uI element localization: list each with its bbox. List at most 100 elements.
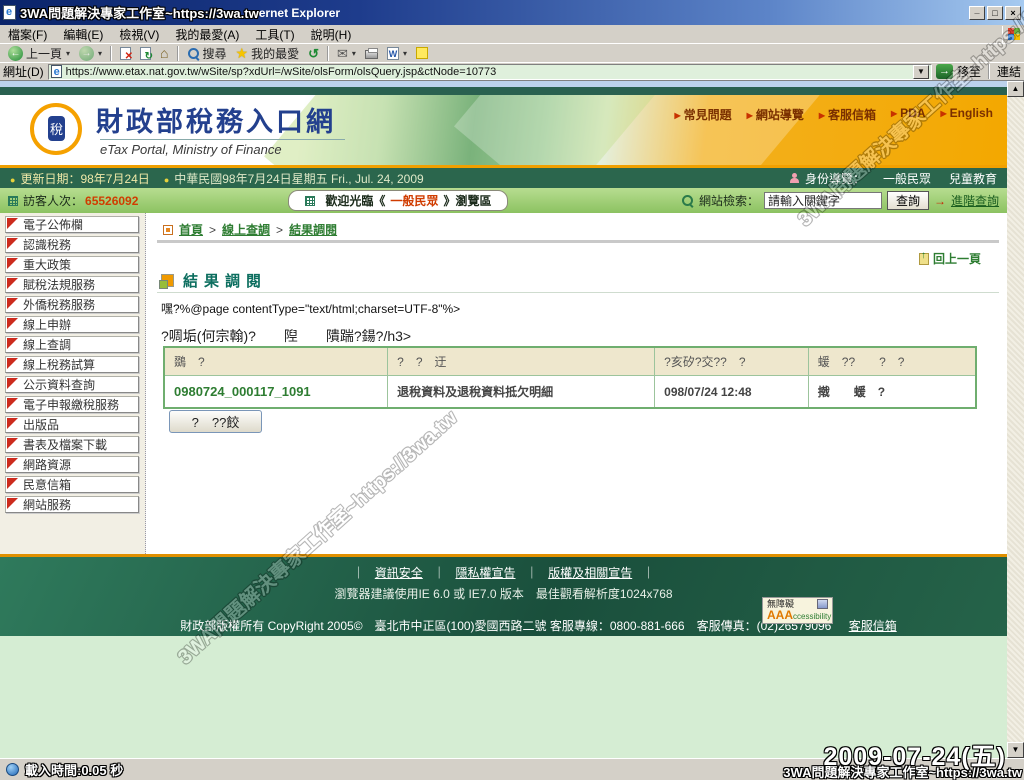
browser-toolbar: ← 上一頁 → ✕ ↻ ⌂ 搜尋 ★ 我的最愛 ↺ ✉ <box>0 43 1024 62</box>
ie-globe-icon <box>6 763 19 776</box>
page-top-teal-band <box>0 87 1007 95</box>
print-button[interactable] <box>361 44 382 62</box>
url-page-icon <box>51 65 62 78</box>
garbled-heading: ?啁垢(何宗翰)? 隉 隤踹?鍚?/h3> <box>161 326 411 346</box>
col-header-description: ? ? 迂 <box>388 347 655 376</box>
search-icon <box>187 47 200 60</box>
menu-help[interactable]: 說明(H) <box>303 25 360 44</box>
minimize-button[interactable] <box>969 6 985 20</box>
site-search-input[interactable] <box>764 192 882 209</box>
sidebar-item-know-tax[interactable]: 認識稅務 <box>5 236 139 253</box>
history-button[interactable]: ↺ <box>304 44 323 62</box>
stop-button[interactable]: ✕ <box>116 44 135 62</box>
forward-button[interactable]: → <box>75 44 106 62</box>
identity-link-children[interactable]: 兒童教育 <box>949 170 997 187</box>
back-button[interactable]: ← 上一頁 <box>4 44 74 62</box>
scroll-down-button[interactable]: ▼ <box>1007 742 1024 758</box>
window-titlebar: 3WA問題解決專家工作室~https://3wa.tw ernet Explor… <box>0 0 1024 25</box>
sidebar-item-forms-download[interactable]: 書表及檔案下載 <box>5 436 139 453</box>
visitor-label: 訪客人次： <box>23 192 83 209</box>
favorites-star-icon: ★ <box>236 46 249 60</box>
etax-logo-character: 稅 <box>48 116 65 141</box>
accessibility-aaa: AAA <box>767 608 793 622</box>
menu-tools[interactable]: 工具(T) <box>247 25 302 44</box>
menu-edit[interactable]: 編輯(E) <box>55 25 111 44</box>
sidebar-item-opinion-mailbox[interactable]: 民意信箱 <box>5 476 139 493</box>
go-label[interactable]: 移至 <box>957 63 981 80</box>
restore-button[interactable] <box>987 6 1003 20</box>
accessibility-badge[interactable]: 無障礙 AAAccessibility <box>762 597 833 624</box>
sidebar-item-web-resources[interactable]: 網路資源 <box>5 456 139 473</box>
vertical-scrollbar[interactable]: ▲ ▼ <box>1007 81 1024 758</box>
history-icon: ↺ <box>308 47 319 60</box>
breadcrumb-home[interactable]: 首頁 <box>179 221 203 238</box>
links-toolbar-label[interactable]: 連結 <box>997 63 1021 80</box>
edit-word-button[interactable]: W <box>383 44 411 62</box>
sidebar-item-public-data[interactable]: 公示資料查詢 <box>5 376 139 393</box>
quick-link-english[interactable]: English <box>941 106 994 123</box>
sidebar: 電子公佈欄 認識稅務 重大政策 賦稅法規服務 外僑稅務服務 線上申辦 線上查調 … <box>0 213 146 554</box>
windows-logo <box>1002 26 1024 43</box>
sidebar-item-major-policy[interactable]: 重大政策 <box>5 256 139 273</box>
footer-pipe <box>643 566 655 580</box>
etax-logo[interactable]: 稅 <box>30 103 82 155</box>
note-icon <box>416 47 428 59</box>
sidebar-item-tax-law[interactable]: 賦稅法規服務 <box>5 276 139 293</box>
home-button[interactable]: ⌂ <box>156 44 172 62</box>
quick-link-faq[interactable]: 常見問題 <box>674 106 731 123</box>
titlebar-title-text: ernet Explorer <box>259 6 340 20</box>
address-dropdown-button[interactable]: ▼ <box>913 65 929 79</box>
sidebar-item-online-apply[interactable]: 線上申辦 <box>5 316 139 333</box>
footer-pipe <box>526 566 538 580</box>
sidebar-item-site-services[interactable]: 網站服務 <box>5 496 139 513</box>
menu-file[interactable]: 檔案(F) <box>0 25 55 44</box>
sidebar-item-tax-trial-calc[interactable]: 線上稅務試算 <box>5 356 139 373</box>
breadcrumb-online-query[interactable]: 線上查調 <box>222 221 270 238</box>
go-icon[interactable]: → <box>936 64 953 79</box>
footer-service-mail-link[interactable]: 客服信箱 <box>849 619 897 633</box>
sidebar-item-publications[interactable]: 出版品 <box>5 416 139 433</box>
accessibility-hand-icon <box>817 599 828 609</box>
mail-button[interactable]: ✉ <box>333 44 360 62</box>
discuss-button[interactable] <box>412 44 432 62</box>
welcome-tab: 歡迎光臨《 一般民眾 》瀏覽區 <box>288 190 508 211</box>
back-to-previous-link[interactable]: 回上一頁 <box>919 250 981 267</box>
favorites-label: 我的最愛 <box>251 45 299 62</box>
menu-view[interactable]: 檢視(V) <box>111 25 167 44</box>
search-button[interactable]: 搜尋 <box>183 44 231 62</box>
menu-favorites[interactable]: 我的最愛(A) <box>167 25 247 44</box>
stop-icon: ✕ <box>120 47 131 60</box>
toolbar-separator <box>177 46 179 61</box>
results-table: 鵽 ? ? ? 迂 ?亥矽?交?? ? 蝯 ?? ? ? 0980724_000… <box>163 346 977 409</box>
sidebar-item-online-query[interactable]: 線上查調 <box>5 336 139 353</box>
breadcrumb-current[interactable]: 結果調閱 <box>289 221 337 238</box>
identity-link-general[interactable]: 一般民眾 <box>883 170 931 187</box>
quick-link-service-mail[interactable]: 客服信箱 <box>819 106 876 123</box>
footer-link-copyright-notice[interactable]: 版權及相關宣告 <box>548 566 632 580</box>
close-button[interactable] <box>1005 6 1021 20</box>
person-icon <box>789 173 800 184</box>
document-link[interactable]: 0980724_000117_1091 <box>174 384 311 399</box>
advanced-search-link[interactable]: 進階查詢 <box>951 192 999 209</box>
col-header-status: 蝯 ?? ? ? <box>808 347 976 376</box>
quick-link-pda[interactable]: PDA <box>891 106 926 123</box>
sidebar-item-foreigner-tax[interactable]: 外僑稅務服務 <box>5 296 139 313</box>
favorites-button[interactable]: ★ 我的最愛 <box>232 44 304 62</box>
breadcrumb-icon <box>163 225 173 235</box>
footer-link-privacy[interactable]: 隱私權宣告 <box>455 566 515 580</box>
page-title-icon <box>161 274 174 287</box>
sidebar-item-efiling[interactable]: 電子申報繳稅服務 <box>5 396 139 413</box>
col-header-filename: 鵽 ? <box>164 347 388 376</box>
refresh-button[interactable]: ↻ <box>136 44 155 62</box>
action-button[interactable]: ? ??餃 <box>169 410 262 433</box>
scroll-up-button[interactable]: ▲ <box>1007 81 1024 97</box>
quick-link-sitemap[interactable]: 網站導覽 <box>747 106 804 123</box>
site-search-submit[interactable]: 查詢 <box>887 191 929 210</box>
back-icon: ← <box>8 46 23 61</box>
sidebar-item-bulletin[interactable]: 電子公佈欄 <box>5 216 139 233</box>
back-page-icon <box>919 253 929 265</box>
address-field[interactable]: https://www.etax.nat.gov.tw/wSite/sp?xdU… <box>48 64 932 80</box>
footer-pipe <box>433 566 445 580</box>
breadcrumb-separator: > <box>209 223 216 237</box>
footer-link-security[interactable]: 資訊安全 <box>375 566 423 580</box>
